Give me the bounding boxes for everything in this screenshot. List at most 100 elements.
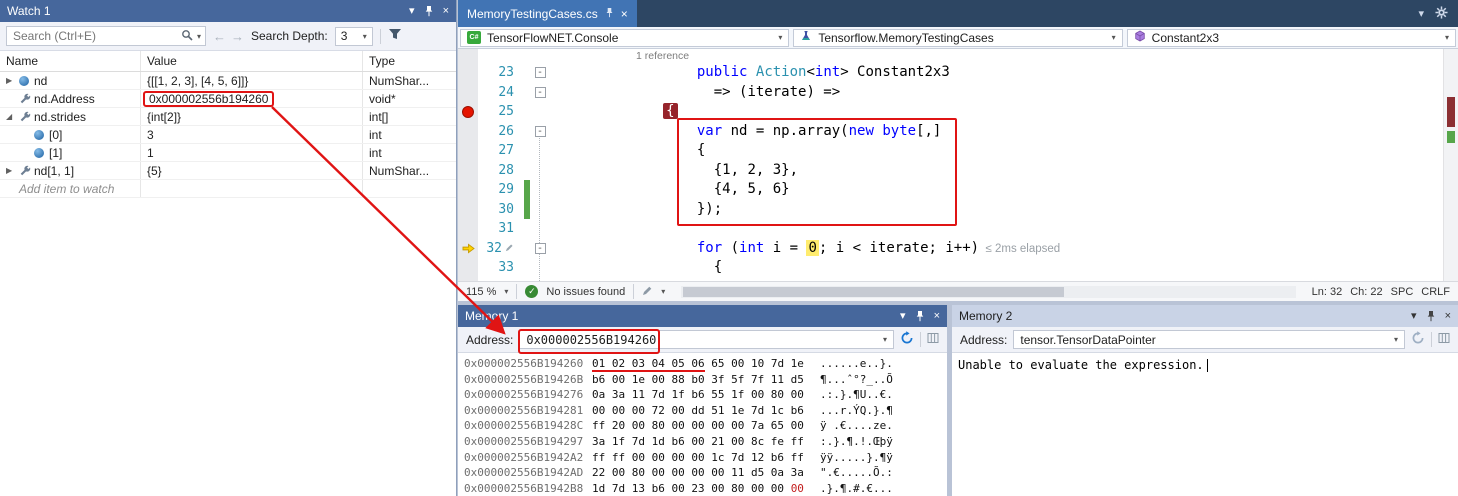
search-options-icon[interactable]: ▾ xyxy=(197,32,201,41)
fold-collapse-icon[interactable]: - xyxy=(535,126,546,137)
column-header-type[interactable]: Type xyxy=(362,51,456,71)
horizontal-scrollbar-thumb[interactable] xyxy=(683,287,1064,297)
next-result-icon[interactable]: → xyxy=(231,29,244,44)
column-header-name[interactable]: Name xyxy=(0,51,140,71)
codelens-row[interactable]: 1 reference xyxy=(458,49,1458,63)
expand-icon[interactable]: ▶ xyxy=(6,76,19,85)
watch-titlebar[interactable]: Watch 1 ▾ × xyxy=(0,0,456,22)
refresh-icon[interactable] xyxy=(1411,331,1425,348)
watch-row[interactable]: ◢nd.strides{int[2]}int[] xyxy=(0,108,456,126)
watch-row[interactable]: ▶nd[1, 1]{5}NumShar... xyxy=(0,162,456,180)
zoom-dropdown-icon[interactable]: ▾ xyxy=(504,287,508,296)
code-line[interactable]: 25{ xyxy=(458,102,1458,122)
memory-bytes[interactable]: 22 00 80 00 00 00 00 11 d5 0a 3a xyxy=(592,465,820,481)
memory2-titlebar[interactable]: Memory 2 ▾ × xyxy=(952,305,1458,327)
column-indicator[interactable]: Ch: 22 xyxy=(1350,286,1382,298)
memory-row[interactable]: 0x000002556B1942A2ff ff 00 00 00 00 1c 7… xyxy=(464,450,947,466)
gear-icon[interactable] xyxy=(1435,6,1448,22)
code-line[interactable]: 23-public Action<int> Constant2x3 xyxy=(458,63,1458,83)
pencil-icon[interactable] xyxy=(642,285,653,299)
watch-row[interactable]: [1]1int xyxy=(0,144,456,162)
breakpoint-margin[interactable] xyxy=(458,180,478,200)
space-indicator[interactable]: SPC xyxy=(1391,286,1414,298)
memory-bytes[interactable]: 0a 3a 11 7d 1f b6 55 1f 00 80 00 xyxy=(592,387,820,403)
breakpoint-margin[interactable] xyxy=(458,161,478,181)
code-line[interactable]: 27{ xyxy=(458,141,1458,161)
pin-icon[interactable] xyxy=(1426,310,1436,322)
pin-icon[interactable] xyxy=(915,310,925,322)
breakpoint-margin[interactable] xyxy=(458,141,478,161)
member-dropdown[interactable]: Constant2x3 ▾ xyxy=(1127,29,1456,47)
search-depth-select[interactable]: 3 ▾ xyxy=(335,27,373,46)
fold-collapse-icon[interactable]: - xyxy=(535,67,546,78)
memory-bytes[interactable]: ff 20 00 80 00 00 00 00 7a 65 00 xyxy=(592,418,820,434)
memory2-message-area[interactable]: Unable to evaluate the expression. xyxy=(952,353,1458,496)
breakpoint-margin[interactable] xyxy=(458,83,478,103)
memory-row[interactable]: 0x000002556B1942760a 3a 11 7d 1f b6 55 1… xyxy=(464,387,947,403)
code-line[interactable]: 28{1, 2, 3}, xyxy=(458,161,1458,181)
expand-icon[interactable]: ▶ xyxy=(6,166,19,175)
memory1-rows[interactable]: 0x000002556B19426001 02 03 04 05 06 65 0… xyxy=(458,353,947,496)
memory-row[interactable]: 0x000002556B1942B81d 7d 13 b6 00 23 00 8… xyxy=(464,481,947,496)
class-dropdown[interactable]: Tensorflow.MemoryTestingCases ▾ xyxy=(793,29,1122,47)
fold-collapse-icon[interactable]: - xyxy=(535,243,546,254)
current-statement-icon[interactable] xyxy=(458,239,478,259)
breakpoint-margin[interactable] xyxy=(458,63,478,83)
close-tab-icon[interactable]: × xyxy=(621,7,628,21)
memory-row[interactable]: 0x000002556B19426001 02 03 04 05 06 65 0… xyxy=(464,356,947,372)
window-menu-icon[interactable]: ▾ xyxy=(900,311,906,322)
tab-memorytestingcases[interactable]: MemoryTestingCases.cs × xyxy=(458,0,637,27)
breakpoint-margin[interactable] xyxy=(458,219,478,239)
filter-icon[interactable] xyxy=(388,28,402,44)
code-area[interactable]: 1 reference23-public Action<int> Constan… xyxy=(458,49,1458,281)
pin-tab-icon[interactable] xyxy=(605,7,614,21)
code-line[interactable]: 31 xyxy=(458,219,1458,239)
search-box[interactable]: ▾ xyxy=(6,26,206,46)
line-indicator[interactable]: Ln: 32 xyxy=(1312,286,1343,298)
memory-bytes[interactable]: 00 00 00 72 00 dd 51 1e 7d 1c b6 xyxy=(592,403,820,419)
fold-collapse-icon[interactable]: - xyxy=(535,87,546,98)
window-menu-icon[interactable]: ▾ xyxy=(1411,311,1417,322)
close-icon[interactable]: × xyxy=(934,311,940,322)
window-menu-icon[interactable]: ▾ xyxy=(409,6,415,17)
code-line[interactable]: 30}); xyxy=(458,200,1458,220)
code-line[interactable]: 32-for (int i = 0; i < iterate; i++) ≤ 2… xyxy=(458,239,1458,259)
watch-row[interactable]: ▶nd{[[1, 2, 3], [4, 5, 6]]}NumShar... xyxy=(0,72,456,90)
memory1-address-input[interactable]: 0x000002556B194260 ▾ xyxy=(519,330,894,349)
pencil-dropdown-icon[interactable]: ▾ xyxy=(661,287,665,296)
watch-row[interactable]: Add item to watch xyxy=(0,180,456,198)
memory-row[interactable]: 0x000002556B19426Bb6 00 1e 00 88 b0 3f 5… xyxy=(464,372,947,388)
search-input[interactable] xyxy=(11,28,177,44)
memory-row[interactable]: 0x000002556B19428Cff 20 00 80 00 00 00 0… xyxy=(464,418,947,434)
code-line[interactable]: 24-=> (iterate) => xyxy=(458,83,1458,103)
code-line[interactable]: 29{4, 5, 6} xyxy=(458,180,1458,200)
watch-row[interactable]: nd.Address0x000002556b194260void* xyxy=(0,90,456,108)
breakpoint-margin[interactable] xyxy=(458,122,478,142)
memory-row[interactable]: 0x000002556B1942973a 1f 7d 1d b6 00 21 0… xyxy=(464,434,947,450)
memory-bytes[interactable]: ff ff 00 00 00 00 1c 7d 12 b6 ff xyxy=(592,450,820,466)
pin-icon[interactable] xyxy=(424,5,434,17)
memory-row[interactable]: 0x000002556B1942AD22 00 80 00 00 00 00 1… xyxy=(464,465,947,481)
project-dropdown[interactable]: C# TensorFlowNET.Console ▾ xyxy=(460,29,789,47)
breakpoint-margin[interactable] xyxy=(458,102,478,122)
issues-status[interactable]: No issues found xyxy=(546,286,625,298)
memory-bytes[interactable]: 1d 7d 13 b6 00 23 00 80 00 00 00 xyxy=(592,481,820,496)
code-line[interactable]: 26-var nd = np.array(new byte[,] xyxy=(458,122,1458,142)
close-icon[interactable]: × xyxy=(1445,311,1451,322)
memory-bytes[interactable]: 01 02 03 04 05 06 65 00 10 7d 1e xyxy=(592,356,820,372)
memory-bytes[interactable]: 3a 1f 7d 1d b6 00 21 00 8c fe ff xyxy=(592,434,820,450)
editor-scrollbar[interactable] xyxy=(1443,49,1458,281)
columns-icon[interactable] xyxy=(927,332,939,347)
memory-row[interactable]: 0x000002556B19428100 00 00 72 00 dd 51 1… xyxy=(464,403,947,419)
code-line[interactable]: 33{ xyxy=(458,258,1458,278)
breakpoint-margin[interactable] xyxy=(458,258,478,278)
horizontal-scrollbar[interactable] xyxy=(681,286,1295,298)
eol-indicator[interactable]: CRLF xyxy=(1421,286,1450,298)
collapse-icon[interactable]: ◢ xyxy=(6,112,19,121)
refresh-icon[interactable] xyxy=(900,331,914,348)
zoom-level[interactable]: 115 % xyxy=(466,286,496,298)
prev-result-icon[interactable]: ← xyxy=(213,29,226,44)
watch-row[interactable]: [0]3int xyxy=(0,126,456,144)
breakpoint-margin[interactable] xyxy=(458,200,478,220)
tab-list-icon[interactable]: ▾ xyxy=(1418,7,1424,20)
